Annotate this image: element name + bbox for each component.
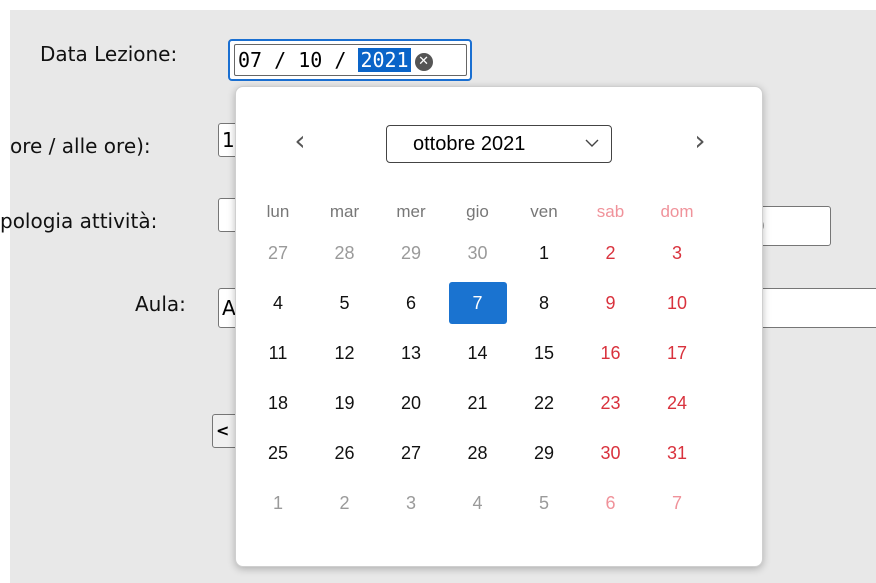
date-separator: / (262, 48, 299, 72)
calendar-day[interactable]: 17 (648, 337, 706, 369)
calendar-day[interactable]: 18 (249, 387, 307, 419)
calendar-day[interactable]: 1 (515, 237, 573, 269)
calendar-day[interactable]: 15 (515, 337, 573, 369)
weekday-header: ven (530, 202, 558, 221)
calendar-day[interactable]: 1 (249, 487, 307, 519)
weekday-header: mer (396, 202, 426, 221)
activity-label: pologia attività: (0, 209, 158, 233)
calendar-day[interactable]: 6 (382, 287, 440, 319)
chevron-left-icon[interactable]: ‹ (280, 121, 320, 161)
date-separator: / (322, 48, 359, 72)
weekday-header: lun (266, 202, 290, 221)
calendar-day[interactable]: 27 (249, 237, 307, 269)
calendar-day[interactable]: 13 (382, 337, 440, 369)
calendar-day-selected[interactable]: 7 (448, 282, 507, 324)
weekday-header: sab (596, 202, 625, 221)
calendar-day[interactable]: 26 (316, 437, 374, 469)
calendar-day[interactable]: 2 (316, 487, 374, 519)
calendar-day[interactable]: 8 (515, 287, 573, 319)
calendar-day[interactable]: 27 (382, 437, 440, 469)
calendar-day[interactable]: 11 (249, 337, 307, 369)
calendar-day[interactable]: 9 (582, 287, 640, 319)
calendar-day[interactable]: 22 (515, 387, 573, 419)
calendar-day[interactable]: 14 (449, 337, 507, 369)
room-label: Aula: (135, 292, 186, 316)
date-label: Data Lezione: (40, 42, 178, 66)
calendar-day[interactable]: 3 (382, 487, 440, 519)
calendar-day[interactable]: 23 (582, 387, 640, 419)
calendar-day[interactable]: 3 (648, 237, 706, 269)
calendar-day[interactable]: 10 (648, 287, 706, 319)
calendar-day[interactable]: 6 (582, 487, 640, 519)
calendar-day[interactable]: 16 (582, 337, 640, 369)
calendar-day[interactable]: 7 (648, 487, 706, 519)
date-month-segment[interactable]: 10 (298, 48, 322, 72)
chevron-right-icon[interactable]: › (680, 121, 720, 161)
calendar-day[interactable]: 5 (515, 487, 573, 519)
calendar-day[interactable]: 29 (382, 237, 440, 269)
calendar-day[interactable]: 30 (582, 437, 640, 469)
calendar-day[interactable]: 21 (449, 387, 507, 419)
chevron-down-icon (585, 139, 599, 147)
calendar-day[interactable]: 12 (316, 337, 374, 369)
calendar-day[interactable]: 28 (316, 237, 374, 269)
weekday-header: dom (660, 202, 694, 221)
calendar-day[interactable]: 29 (515, 437, 573, 469)
calendar-day[interactable]: 24 (648, 387, 706, 419)
calendar-day[interactable]: 5 (316, 287, 374, 319)
month-year-select[interactable]: ottobre 2021 (386, 125, 612, 163)
calendar-day[interactable]: 19 (316, 387, 374, 419)
date-input[interactable]: 07 / 10 / 2021 ✕ (228, 39, 472, 81)
calendar-day[interactable]: 4 (249, 287, 307, 319)
calendar-day[interactable]: 4 (449, 487, 507, 519)
calendar-day[interactable]: 31 (648, 437, 706, 469)
calendar-popup: ‹ ottobre 2021 › lun mar mer gio ven sab dom 27… (235, 86, 763, 567)
date-year-segment[interactable]: 2021 (358, 48, 411, 72)
calendar-day[interactable]: 20 (382, 387, 440, 419)
calendar-day[interactable]: 30 (449, 237, 507, 269)
time-label: ore / alle ore): (10, 134, 151, 158)
month-year-label: ottobre 2021 (413, 133, 526, 155)
calendar-day[interactable]: 2 (582, 237, 640, 269)
calendar-day[interactable]: 28 (449, 437, 507, 469)
date-field-inner[interactable]: 07 / 10 / 2021 ✕ (234, 44, 467, 76)
weekday-header: mar (329, 202, 360, 221)
date-day-segment[interactable]: 07 (238, 48, 262, 72)
weekday-header: gio (466, 202, 489, 221)
calendar-day[interactable]: 25 (249, 437, 307, 469)
clear-x-icon[interactable]: ✕ (414, 52, 433, 71)
